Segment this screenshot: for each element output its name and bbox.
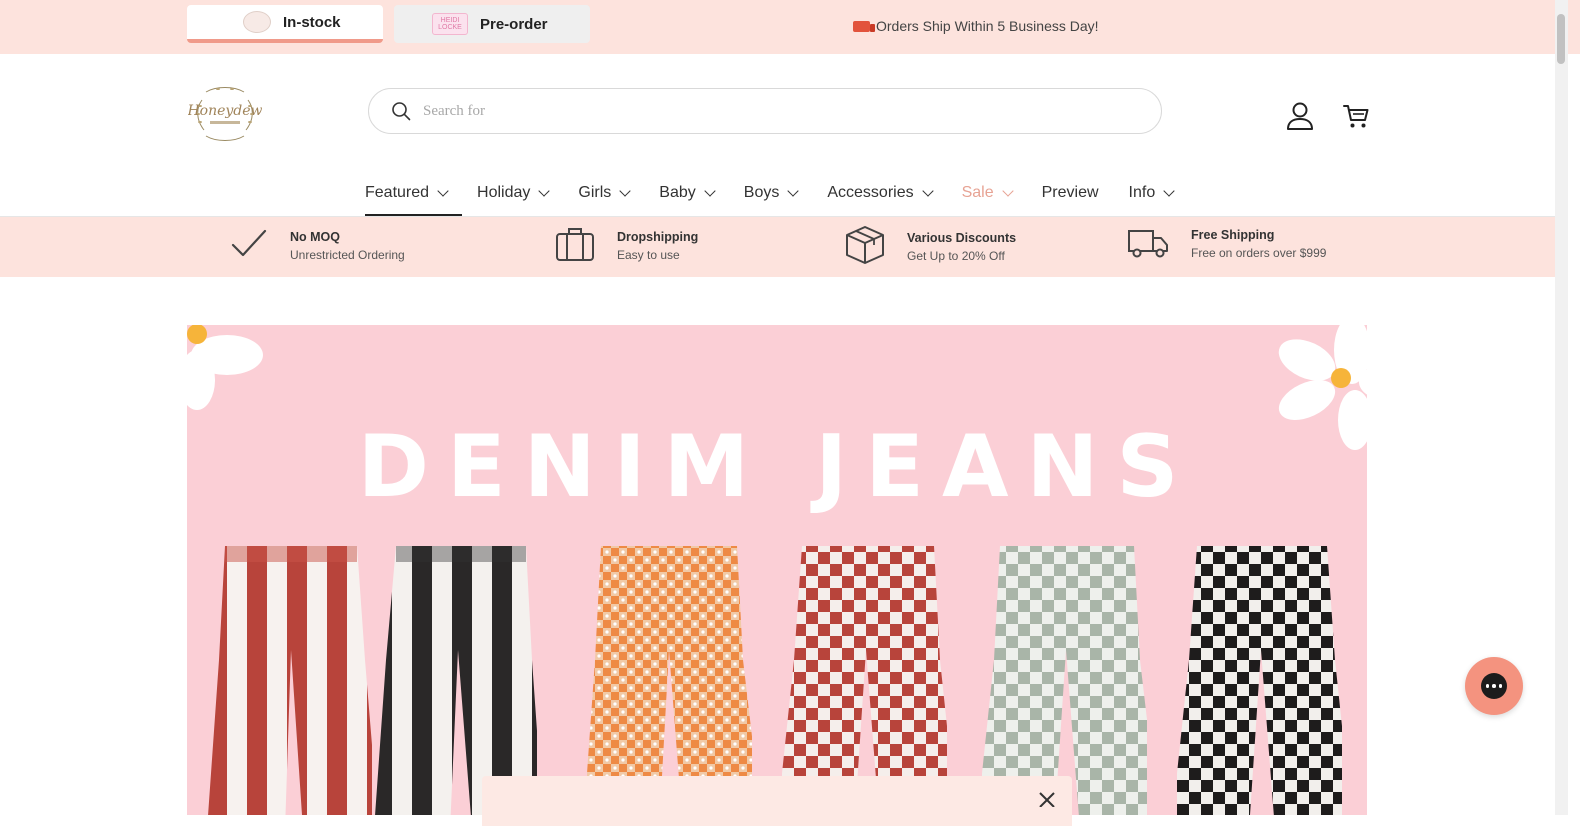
close-button[interactable] bbox=[1036, 785, 1058, 808]
nav-boys[interactable]: Boys bbox=[729, 180, 813, 216]
close-icon bbox=[1039, 792, 1055, 808]
banner-title: DENIM JEANS bbox=[357, 417, 1197, 517]
pants-sage-check bbox=[982, 546, 1147, 815]
nav-label: Preview bbox=[1041, 184, 1099, 201]
search-icon bbox=[392, 102, 411, 121]
chevron-down-icon bbox=[921, 184, 934, 197]
nav-label: Accessories bbox=[827, 184, 914, 201]
feature-title: Free Shipping bbox=[1191, 228, 1275, 242]
scrollbar[interactable] bbox=[1555, 0, 1568, 815]
chevron-down-icon bbox=[1163, 184, 1175, 197]
delivery-truck-icon bbox=[853, 20, 875, 32]
feature-subtitle: Free on orders over $999 bbox=[1191, 246, 1327, 260]
heidi-locke-tab-logo: HEIDI LOCKE bbox=[432, 13, 468, 35]
feature-dropshipping: Dropshipping Easy to use bbox=[555, 225, 698, 263]
pants-red-check bbox=[782, 546, 947, 815]
account-button[interactable] bbox=[1284, 100, 1316, 137]
shipping-message: Orders Ship Within 5 Business Day! bbox=[853, 18, 1099, 34]
feature-title: Dropshipping bbox=[617, 229, 699, 244]
chevron-down-icon bbox=[704, 184, 716, 197]
briefcase-icon bbox=[556, 228, 594, 261]
logo-text: Honeydew bbox=[188, 103, 262, 119]
feature-subtitle: Unrestricted Ordering bbox=[290, 247, 405, 262]
nav-girls[interactable]: Girls bbox=[563, 180, 644, 216]
tab-pre-order[interactable]: HEIDI LOCKE Pre-order bbox=[394, 5, 590, 43]
hero-banner[interactable]: DENIM JEANS bbox=[187, 325, 1367, 815]
nav-holiday[interactable]: Holiday bbox=[462, 180, 563, 216]
popup-panel bbox=[482, 776, 1072, 826]
nav-label: Boys bbox=[743, 184, 780, 201]
nav-label: Holiday bbox=[477, 184, 531, 201]
feature-no-moq: No MOQ Unrestricted Ordering bbox=[230, 225, 405, 263]
daisy-flower-left bbox=[187, 325, 263, 410]
nav-featured[interactable]: Featured bbox=[350, 180, 463, 216]
nav-label: Girls bbox=[578, 184, 612, 201]
nav-info[interactable]: Info bbox=[1114, 180, 1189, 216]
main-nav: Featured Holiday Girls Baby Boys Accesso… bbox=[350, 180, 1188, 216]
feature-subtitle: Easy to use bbox=[617, 247, 680, 262]
chevron-down-icon bbox=[787, 184, 800, 197]
chevron-down-icon bbox=[619, 184, 631, 197]
nav-label: Info bbox=[1128, 184, 1156, 201]
pants-red-stripe bbox=[208, 546, 372, 815]
search-bar[interactable] bbox=[368, 88, 1162, 134]
store-logo[interactable]: Honeydew bbox=[186, 82, 263, 144]
checkmark-icon bbox=[231, 229, 267, 257]
chevron-down-icon bbox=[538, 184, 551, 197]
pants-black-stripe bbox=[375, 546, 537, 815]
feature-title: Various Discounts bbox=[907, 230, 1017, 245]
cart-icon bbox=[1343, 105, 1369, 128]
tab-label: Pre-order bbox=[480, 15, 548, 33]
feature-free-shipping: Free Shipping Free on orders over $999 bbox=[1127, 225, 1326, 260]
nav-sale[interactable]: Sale bbox=[947, 180, 1027, 216]
nav-preview[interactable]: Preview bbox=[1027, 180, 1114, 216]
truck-icon bbox=[1128, 229, 1168, 257]
chat-button[interactable] bbox=[1465, 657, 1523, 715]
tab-in-stock[interactable]: In-stock bbox=[187, 5, 383, 43]
chevron-down-icon bbox=[437, 184, 449, 197]
chevron-down-icon bbox=[1001, 184, 1014, 197]
honeydew-tab-logo bbox=[243, 11, 271, 33]
feature-strip: No MOQ Unrestricted Ordering Dropshippin… bbox=[0, 217, 1555, 277]
box-icon bbox=[846, 226, 884, 264]
feature-subtitle: Get Up to 20% Off bbox=[907, 248, 1005, 263]
nav-label: Featured bbox=[365, 184, 430, 201]
pants-orange-floral-check bbox=[587, 546, 752, 815]
feature-various-discounts: Various Discounts Get Up to 20% Off bbox=[845, 225, 1016, 265]
nav-label: Baby bbox=[659, 184, 696, 201]
nav-label: Sale bbox=[961, 184, 994, 201]
cart-button[interactable] bbox=[1342, 102, 1370, 135]
nav-baby[interactable]: Baby bbox=[644, 180, 728, 216]
shipping-message-text: Orders Ship Within 5 Business Day! bbox=[876, 18, 1099, 34]
user-icon bbox=[1287, 102, 1313, 130]
nav-accessories[interactable]: Accessories bbox=[812, 180, 946, 216]
pants-black-check bbox=[1177, 546, 1342, 815]
search-input[interactable] bbox=[421, 101, 1105, 121]
tab-label: In-stock bbox=[283, 13, 341, 31]
feature-title: No MOQ bbox=[290, 229, 340, 244]
chat-bubble-icon bbox=[1481, 673, 1507, 699]
scrollbar-thumb[interactable] bbox=[1557, 14, 1565, 64]
